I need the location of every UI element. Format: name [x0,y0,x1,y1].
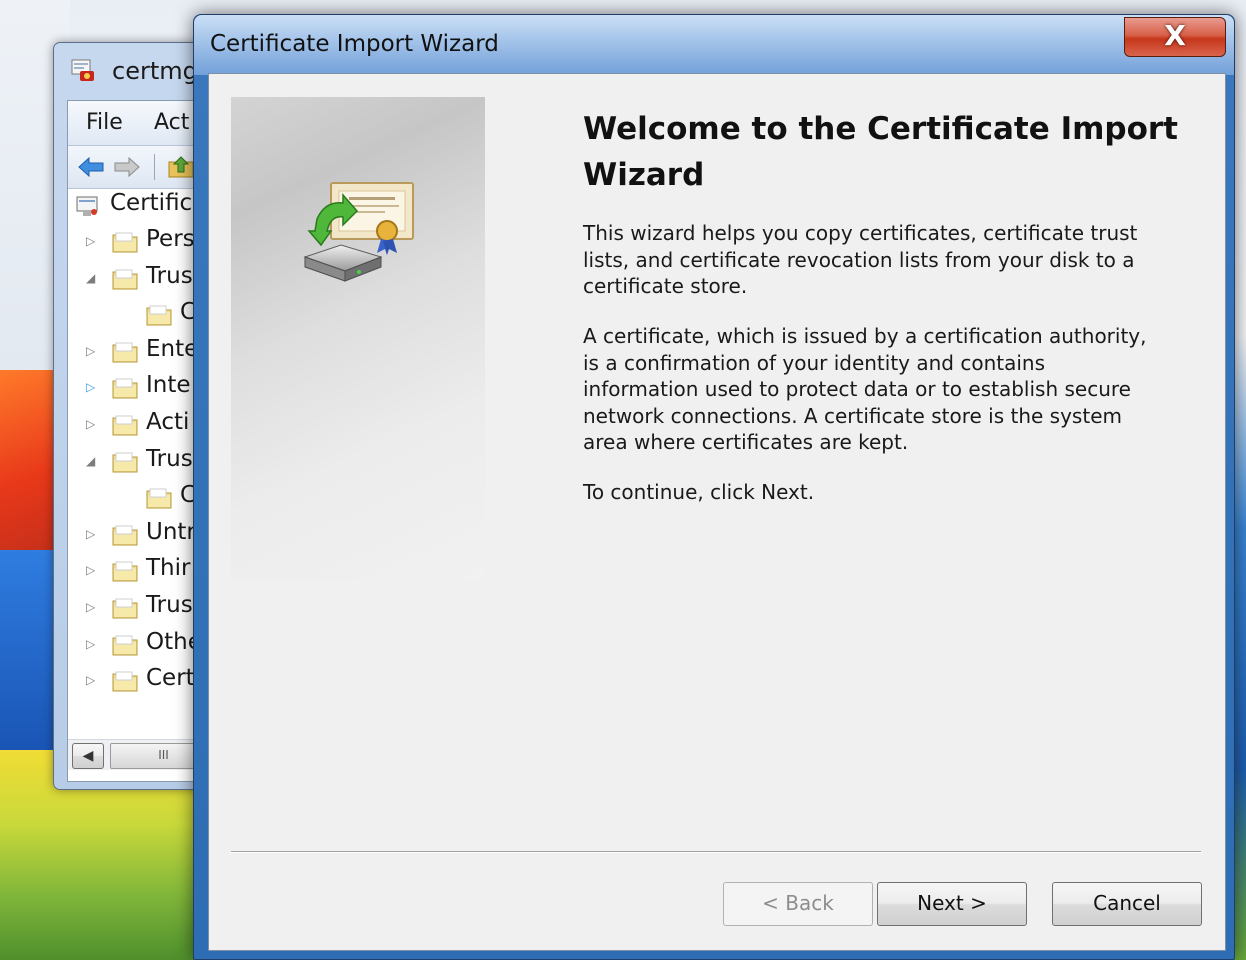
folder-icon [112,378,138,399]
folder-icon [112,525,138,546]
wizard-intro-text: This wizard helps you copy certificates,… [583,221,1138,298]
expand-arrow-icon[interactable]: ▷ [86,672,98,687]
expand-arrow-icon[interactable]: ▷ [86,379,98,394]
expand-arrow-icon[interactable]: ▷ [86,343,98,358]
expand-arrow-icon[interactable]: ▷ [86,599,98,614]
collapse-arrow-icon[interactable]: ◢ [86,453,98,468]
tree-item-label: Trus [146,445,193,472]
close-button[interactable]: X [1124,17,1226,57]
expand-arrow-icon[interactable]: ▷ [86,562,98,577]
tree-item-label: Pers [146,226,195,252]
folder-icon [112,671,138,692]
up-folder-icon[interactable] [166,154,196,180]
folder-icon [112,598,138,619]
certmgr-app-icon [71,59,94,81]
wizard-heading: Welcome to the Certificate Import Wizard [583,111,1178,193]
tree-item-label: Untr [146,518,196,545]
wizard-side-banner [231,97,485,580]
folder-icon [112,452,138,473]
certificate-import-wizard-window[interactable]: Certificate Import Wizard X Welcome to t… [193,14,1235,960]
certificate-import-icon [303,182,414,282]
menu-action[interactable]: Act [154,110,189,135]
folder-icon [112,269,138,290]
wizard-continue-text: To continue, click Next. [583,480,815,504]
certificates-root-icon [76,196,98,216]
back-button[interactable]: < Back [723,882,873,926]
tree-item-label: Inte [146,372,191,399]
scroll-left-button[interactable]: ◀ [72,743,104,769]
tree-item-label: Thir [146,555,191,582]
wizard-description-text: A certificate, which is issued by a cert… [583,324,1147,454]
cancel-button[interactable]: Cancel [1052,882,1202,926]
tree-item-label: Acti [146,409,190,435]
expand-arrow-icon[interactable]: ▷ [86,636,98,651]
tree-root-label: Certific [110,190,193,216]
wizard-title: Certificate Import Wizard [210,31,499,57]
folder-icon [146,488,172,509]
back-arrow-icon[interactable] [76,154,106,180]
expand-arrow-icon[interactable]: ▷ [86,416,98,431]
folder-icon [112,561,138,582]
folder-icon [112,635,138,656]
expand-arrow-icon[interactable]: ▷ [86,526,98,541]
folder-icon [112,342,138,363]
tree-item-label: Ente [146,335,199,362]
button-divider [231,851,1201,853]
tree-item-label: Trus [146,592,193,618]
forward-arrow-icon[interactable] [112,154,142,180]
menu-file[interactable]: File [86,110,123,135]
folder-icon [112,232,138,253]
tree-item-label: Trus [146,262,193,289]
toolbar-separator [154,154,155,180]
wizard-client-area: Welcome to the Certificate Import Wizard… [208,73,1226,951]
tree-item-label: Cert [146,665,195,692]
folder-icon [146,305,172,326]
wallpaper-logo-orange [0,370,56,550]
certmgr-window[interactable]: certmg File Act Certific ▷ Pers ◢ Trus C… [53,42,217,790]
collapse-arrow-icon[interactable]: ◢ [86,270,98,285]
next-button[interactable]: Next > [877,882,1027,926]
folder-icon [112,415,138,436]
wallpaper-logo-blue [0,550,56,750]
expand-arrow-icon[interactable]: ▷ [86,233,98,248]
